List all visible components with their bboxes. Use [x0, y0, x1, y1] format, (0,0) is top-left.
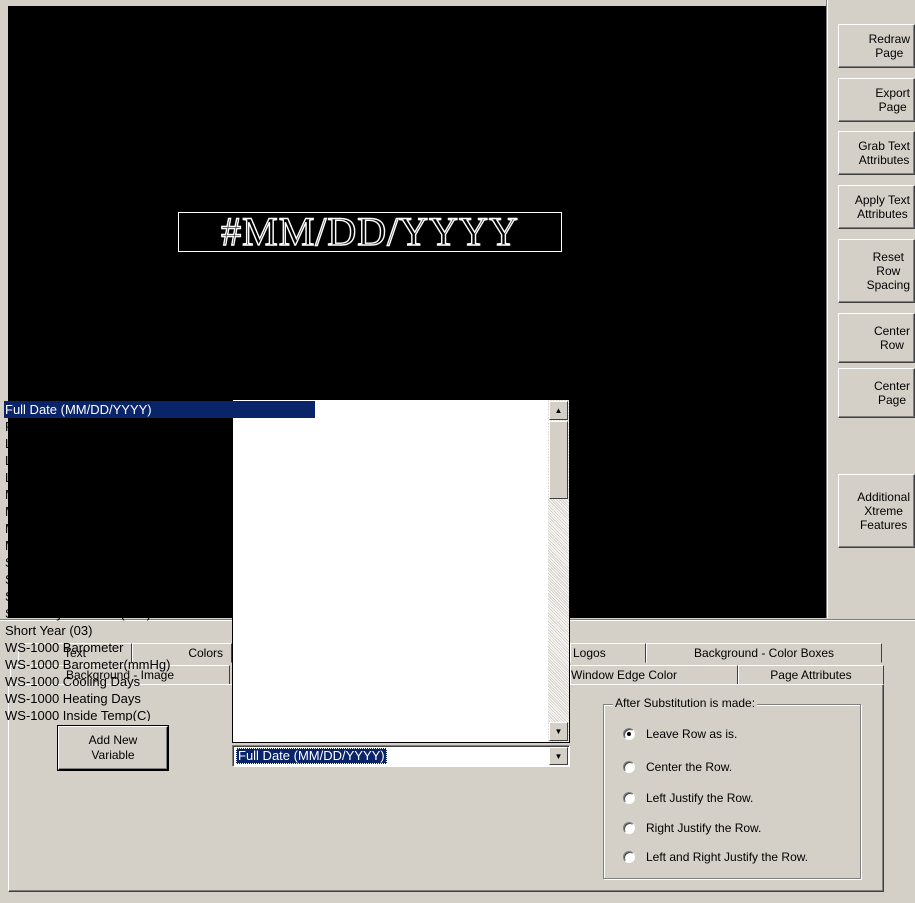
center-row-button[interactable]: Center Row [838, 313, 915, 363]
redraw-page-button[interactable]: Redraw Page [838, 24, 915, 68]
list-item[interactable]: Month Number (8) [4, 537, 315, 554]
option-label: Left Justify the Row. [646, 791, 754, 805]
scroll-up-icon[interactable]: ▲ [549, 401, 568, 420]
radio-icon[interactable] [623, 822, 635, 834]
option-label: Leave Row as is. [646, 727, 738, 741]
tab-page-attributes[interactable]: Page Attributes [738, 665, 884, 685]
tab-window-edge-color-label: Window Edge Color [571, 668, 678, 682]
list-item[interactable]: Minutes [4, 486, 315, 503]
radio-icon[interactable] [623, 851, 635, 863]
redraw-page-label: Redraw Page [868, 32, 910, 60]
radio-icon[interactable] [623, 761, 635, 773]
list-item[interactable]: WS-1000 Cooling Days [4, 673, 315, 690]
list-item[interactable]: Short 12 Hour Clock [4, 571, 315, 588]
scroll-down-icon[interactable]: ▼ [549, 722, 568, 741]
list-item[interactable]: WS-1000 Barometer [4, 639, 315, 656]
list-item[interactable]: Full Date (MM/DD/YYYY) [4, 401, 315, 418]
list-item[interactable]: Long 24 Hour Clock [4, 452, 315, 469]
radio-icon[interactable] [623, 792, 635, 804]
list-item[interactable]: Month (Aug) [4, 503, 315, 520]
additional-xtreme-features-button[interactable]: Additional Xtreme Features [838, 474, 915, 548]
tab-background-color-boxes[interactable]: Background - Color Boxes [646, 643, 882, 663]
groupbox-label: After Substitution is made: [613, 696, 758, 710]
option-label: Right Justify the Row. [646, 821, 762, 835]
tab-page-attributes-label: Page Attributes [770, 668, 852, 682]
additional-xtreme-features-label: Additional Xtreme Features [857, 490, 910, 532]
option-label: Left and Right Justify the Row. [646, 850, 809, 864]
export-page-label: Export Page [875, 86, 910, 114]
option-left-justify[interactable]: Left Justify the Row. [623, 790, 753, 806]
option-right-justify[interactable]: Right Justify the Row. [623, 820, 761, 836]
apply-text-attributes-button[interactable]: Apply Text Attributes [838, 185, 915, 229]
option-label: Center the Row. [646, 760, 733, 774]
option-leave-row[interactable]: Leave Row as is. [623, 726, 737, 742]
list-item[interactable]: WS-1000 Heating Days [4, 690, 315, 707]
chevron-down-icon[interactable]: ▼ [549, 747, 568, 765]
grab-text-attributes-button[interactable]: Grab Text Attributes [838, 131, 915, 175]
tab-background-color-boxes-label: Background - Color Boxes [693, 646, 835, 660]
list-item[interactable]: Long Day Of Week (Tuesday) [4, 469, 315, 486]
list-item[interactable]: Short 24 Hour Clock [4, 588, 315, 605]
add-new-variable-label: Add New Variable [88, 733, 138, 762]
list-item[interactable]: Month (August) [4, 520, 315, 537]
center-page-button[interactable]: Center Page [838, 368, 915, 418]
radio-checked-icon[interactable] [623, 728, 635, 740]
scrollbar-thumb[interactable] [549, 421, 568, 499]
reset-row-spacing-button[interactable]: Reset Row Spacing [838, 239, 915, 303]
tab-window-edge-color[interactable]: Window Edge Color [570, 665, 738, 685]
canvas-date-text[interactable]: #MM/DD/YYYY [178, 211, 562, 252]
option-left-right-justify[interactable]: Left and Right Justify the Row. [623, 849, 808, 865]
grab-text-attributes-label: Grab Text Attributes [858, 139, 910, 167]
list-item[interactable]: WS-1000 Barometer(mmHg) [4, 656, 315, 673]
add-new-variable-button[interactable]: Add New Variable [58, 726, 168, 770]
export-page-button[interactable]: Export Page [838, 78, 915, 122]
option-center-row[interactable]: Center the Row. [623, 759, 732, 775]
list-item[interactable]: Full Year (2003) [4, 418, 315, 435]
center-row-label: Center Row [873, 324, 910, 352]
list-item[interactable]: Long 12 Hour Clock [4, 435, 315, 452]
list-item[interactable]: Short Day Of Week (Tue) [4, 605, 315, 622]
tab-logos-label: Logos [573, 646, 606, 660]
tab-logos[interactable]: Logos [570, 643, 646, 663]
list-item[interactable]: Seconds [4, 554, 315, 571]
center-page-label: Center Page [873, 379, 910, 407]
list-item[interactable]: WS-1000 Inside Temp(C) [4, 707, 315, 721]
list-item[interactable]: Short Year (03) [4, 622, 315, 639]
vertical-divider [826, 0, 828, 618]
combobox-value[interactable]: Full Date (MM/DD/YYYY) [236, 748, 387, 764]
reset-row-spacing-label: Reset Row Spacing [866, 250, 910, 292]
apply-text-attributes-label: Apply Text Attributes [854, 193, 910, 221]
